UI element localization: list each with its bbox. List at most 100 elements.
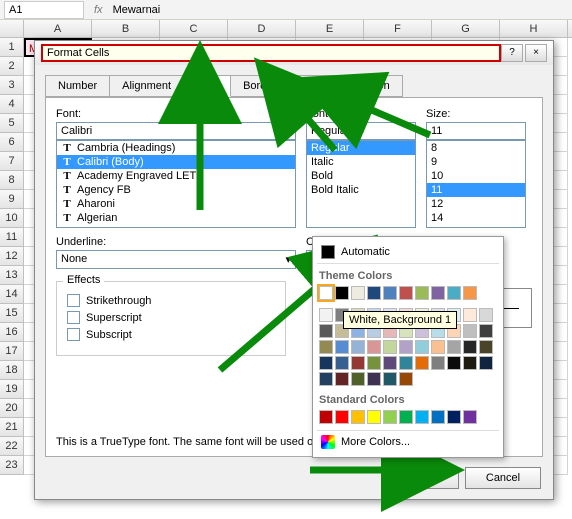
row-header[interactable]: 21	[0, 418, 24, 437]
color-swatch[interactable]	[399, 356, 413, 370]
color-swatch[interactable]	[383, 372, 397, 386]
color-swatch[interactable]	[415, 356, 429, 370]
color-swatch[interactable]	[463, 410, 477, 424]
list-item[interactable]: TAcademy Engraved LET	[57, 169, 295, 183]
column-header[interactable]: G	[432, 20, 500, 37]
column-header[interactable]: C	[160, 20, 228, 37]
color-swatch[interactable]	[367, 286, 381, 300]
row-header[interactable]: 2	[0, 57, 24, 76]
column-header[interactable]: B	[92, 20, 160, 37]
color-swatch[interactable]	[479, 340, 493, 354]
name-box[interactable]: A1	[4, 1, 84, 19]
color-swatch[interactable]	[399, 286, 413, 300]
row-header[interactable]: 16	[0, 323, 24, 342]
subscript-checkbox[interactable]: Subscript	[67, 328, 275, 341]
row-header[interactable]: 3	[0, 76, 24, 95]
row-header[interactable]: 14	[0, 285, 24, 304]
row-header[interactable]: 18	[0, 361, 24, 380]
color-swatch[interactable]	[479, 356, 493, 370]
color-swatch[interactable]	[463, 286, 477, 300]
dialog-titlebar[interactable]: Format Cells ? ×	[35, 41, 553, 65]
color-swatch[interactable]	[383, 356, 397, 370]
list-item[interactable]: TAharoni	[57, 197, 295, 211]
color-swatch[interactable]	[431, 286, 445, 300]
color-swatch[interactable]	[463, 356, 477, 370]
color-swatch[interactable]	[351, 356, 365, 370]
list-item[interactable]: 12	[427, 197, 525, 211]
font-style-input[interactable]: Regular	[306, 122, 416, 140]
color-swatch[interactable]	[463, 340, 477, 354]
fx-icon[interactable]: fx	[88, 4, 109, 16]
color-swatch[interactable]	[383, 340, 397, 354]
color-swatch[interactable]	[335, 286, 349, 300]
font-listbox[interactable]: TCambria (Headings)TCalibri (Body)TAcade…	[56, 140, 296, 228]
color-swatch[interactable]	[463, 324, 477, 338]
color-swatch[interactable]	[431, 410, 445, 424]
list-item[interactable]: TCalibri (Body)	[57, 155, 295, 169]
color-swatch[interactable]	[447, 286, 461, 300]
row-header[interactable]: 23	[0, 456, 24, 475]
column-header[interactable]: F	[364, 20, 432, 37]
color-swatch[interactable]	[319, 410, 333, 424]
color-swatch[interactable]	[415, 410, 429, 424]
strikethrough-checkbox[interactable]: Strikethrough	[67, 294, 275, 307]
row-header[interactable]: 15	[0, 304, 24, 323]
help-button[interactable]: ?	[501, 44, 523, 62]
row-header[interactable]: 17	[0, 342, 24, 361]
color-swatch[interactable]	[447, 410, 461, 424]
row-header[interactable]: 5	[0, 114, 24, 133]
row-header[interactable]: 7	[0, 152, 24, 171]
list-item[interactable]: Bold	[307, 169, 415, 183]
row-header[interactable]: 19	[0, 380, 24, 399]
color-swatch[interactable]	[479, 324, 493, 338]
row-header[interactable]: 8	[0, 171, 24, 190]
color-swatch[interactable]	[383, 410, 397, 424]
color-swatch[interactable]	[399, 340, 413, 354]
color-swatch[interactable]	[319, 324, 333, 338]
font-style-listbox[interactable]: RegularItalicBoldBold Italic	[306, 140, 416, 228]
color-swatch[interactable]	[319, 356, 333, 370]
tab-fill[interactable]: Fill	[288, 75, 328, 97]
color-swatch[interactable]	[351, 410, 365, 424]
superscript-checkbox[interactable]: Superscript	[67, 311, 275, 324]
color-swatch[interactable]	[351, 372, 365, 386]
underline-combo[interactable]: None ▾	[56, 250, 296, 269]
color-swatch[interactable]	[367, 410, 381, 424]
color-swatch[interactable]	[447, 340, 461, 354]
color-swatch[interactable]	[335, 356, 349, 370]
list-item[interactable]: Regular	[307, 141, 415, 155]
row-header[interactable]: 10	[0, 209, 24, 228]
color-swatch[interactable]	[399, 410, 413, 424]
color-swatch[interactable]	[431, 340, 445, 354]
color-swatch[interactable]	[335, 372, 349, 386]
list-item[interactable]: Bold Italic	[307, 183, 415, 197]
select-all-corner[interactable]	[0, 20, 24, 37]
color-swatch[interactable]	[335, 340, 349, 354]
color-swatch[interactable]	[319, 308, 333, 322]
column-header[interactable]: D	[228, 20, 296, 37]
color-swatch[interactable]	[415, 340, 429, 354]
color-swatch[interactable]	[399, 372, 413, 386]
color-swatch[interactable]	[319, 340, 333, 354]
color-swatch[interactable]	[335, 410, 349, 424]
list-item[interactable]: 9	[427, 155, 525, 169]
list-item[interactable]: 10	[427, 169, 525, 183]
color-swatch[interactable]	[415, 286, 429, 300]
color-swatch[interactable]	[367, 340, 381, 354]
ok-button[interactable]: OK	[383, 467, 459, 489]
color-swatch[interactable]	[463, 308, 477, 322]
color-swatch[interactable]	[351, 340, 365, 354]
color-swatch[interactable]	[447, 356, 461, 370]
row-header[interactable]: 6	[0, 133, 24, 152]
tab-border[interactable]: Border	[230, 75, 289, 97]
row-header[interactable]: 13	[0, 266, 24, 285]
row-header[interactable]: 9	[0, 190, 24, 209]
list-item[interactable]: TAlgerian	[57, 211, 295, 225]
tab-protection[interactable]: Protection	[327, 75, 403, 97]
row-header[interactable]: 11	[0, 228, 24, 247]
tab-alignment[interactable]: Alignment	[109, 75, 184, 97]
list-item[interactable]: 8	[427, 141, 525, 155]
color-swatch[interactable]	[431, 356, 445, 370]
tab-font[interactable]: Font	[183, 75, 231, 97]
row-header[interactable]: 1	[0, 38, 24, 57]
